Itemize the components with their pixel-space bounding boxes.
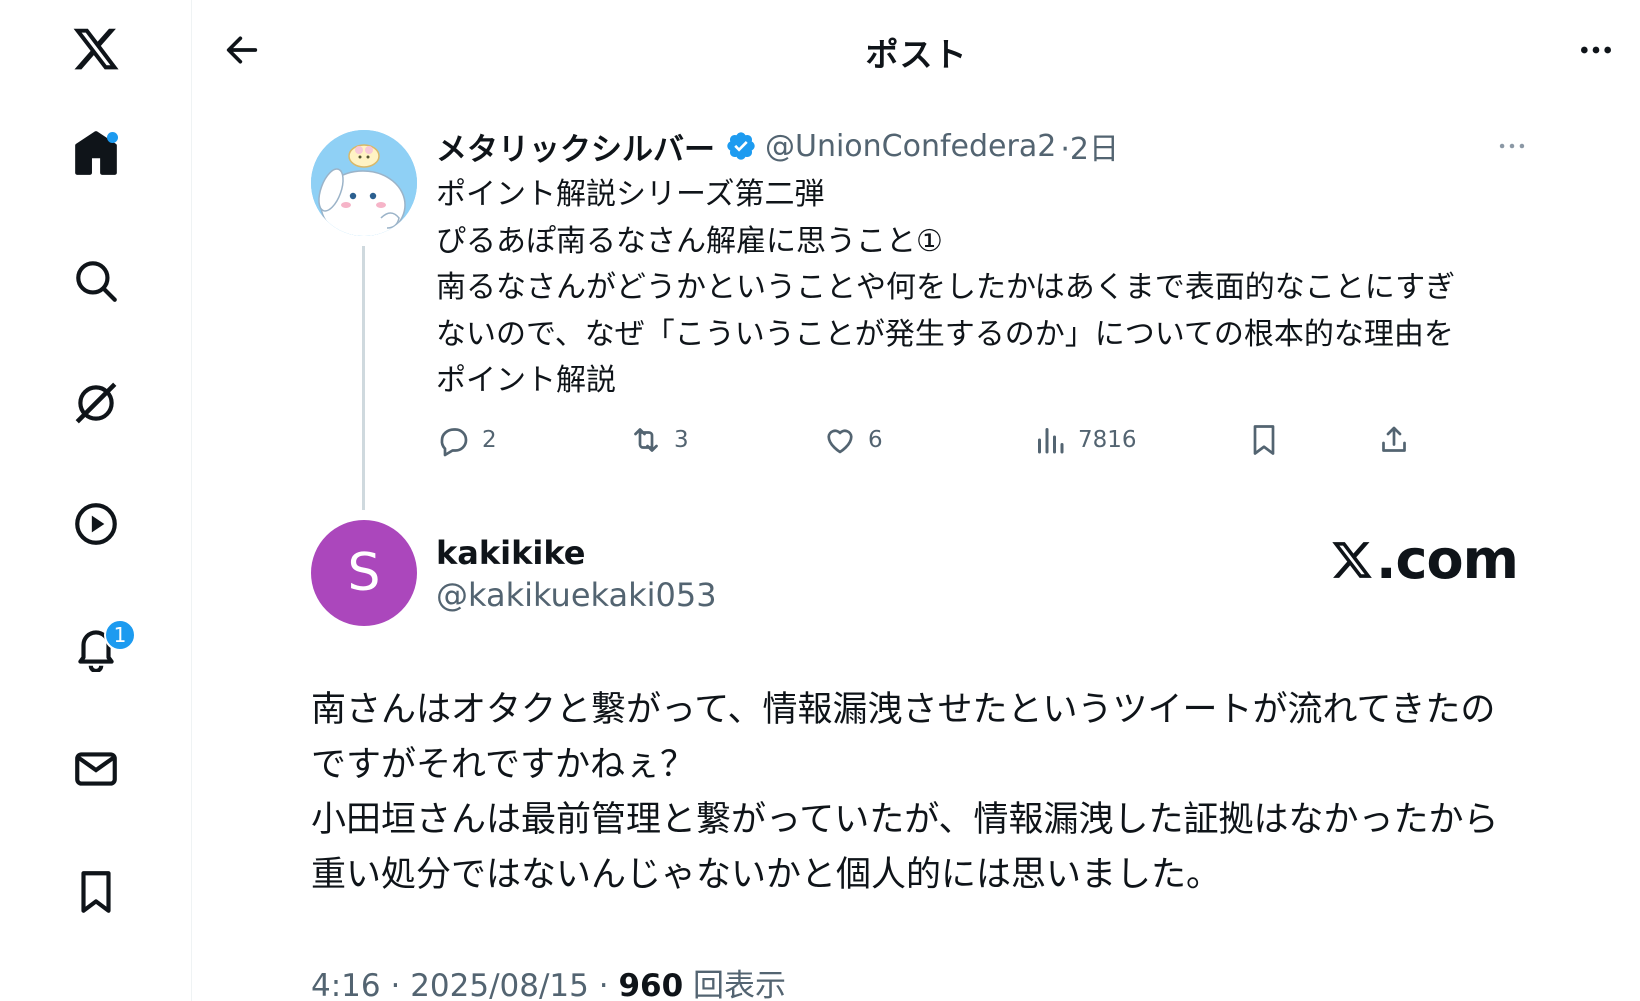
quoted-avatar-image bbox=[311, 130, 417, 236]
x-logo-icon[interactable] bbox=[68, 21, 124, 77]
video-icon[interactable] bbox=[68, 496, 124, 552]
grok-svg bbox=[75, 382, 117, 424]
tweet-view-count: 960 bbox=[618, 968, 684, 1001]
author-handle[interactable]: @kakikuekaki053 bbox=[436, 576, 717, 614]
tweet-view-label: 回表示 bbox=[693, 968, 787, 1001]
search-icon[interactable] bbox=[68, 253, 124, 309]
x-com-watermark: .com bbox=[1330, 528, 1519, 591]
x-watermark-text: .com bbox=[1376, 528, 1519, 591]
quoted-more-icon[interactable] bbox=[1492, 128, 1532, 164]
home-icon[interactable] bbox=[68, 126, 124, 182]
like-button[interactable]: 6 bbox=[822, 418, 883, 462]
page-header: ポスト bbox=[193, 0, 1640, 100]
verified-badge-icon bbox=[727, 132, 755, 160]
meta-separator: · bbox=[598, 968, 619, 1001]
repost-icon bbox=[634, 428, 658, 452]
mail-svg bbox=[75, 752, 117, 786]
reply-icon bbox=[440, 428, 468, 457]
quoted-avatar[interactable] bbox=[311, 130, 417, 236]
reply-button[interactable]: 2 bbox=[436, 418, 497, 462]
quoted-time[interactable]: ·2日 bbox=[1060, 124, 1119, 168]
tweet-date[interactable]: 2025/08/15 bbox=[410, 968, 589, 1001]
quoted-handle[interactable]: @UnionConfedera2 bbox=[765, 129, 1056, 164]
views-button[interactable]: 7816 bbox=[1032, 418, 1137, 462]
more-options-icon[interactable] bbox=[1572, 30, 1620, 70]
notification-badge: 1 bbox=[104, 619, 136, 651]
tweet-text: 南さんはオタクと繋がって、情報漏洩させたというツイートが流れてきたの ですがそれ… bbox=[311, 690, 1499, 895]
heart-icon bbox=[827, 429, 853, 454]
sidebar: 1 bbox=[0, 0, 192, 1001]
repost-button[interactable]: 3 bbox=[628, 418, 689, 462]
share-icon bbox=[1382, 426, 1406, 452]
meta-separator: · bbox=[390, 968, 411, 1001]
quoted-text: ポイント解説シリーズ第二弾 ぴるあぽ南るなさん解雇に思うこと① 南るなさんがどう… bbox=[436, 177, 1456, 398]
tweet-time[interactable]: 4:16 bbox=[311, 968, 381, 1001]
x-watermark-logo-icon bbox=[1332, 541, 1372, 578]
analytics-icon bbox=[1038, 428, 1064, 454]
home-unread-dot bbox=[107, 132, 118, 143]
more-options-svg bbox=[1581, 46, 1611, 54]
author-avatar[interactable]: S bbox=[311, 520, 417, 626]
grok-icon[interactable] bbox=[68, 375, 124, 431]
share-button[interactable] bbox=[1376, 418, 1412, 462]
views-count: 7816 bbox=[1078, 427, 1137, 453]
bookmark-icon[interactable] bbox=[68, 864, 124, 920]
author-display-name[interactable]: kakikike bbox=[436, 534, 586, 572]
quoted-display-name[interactable]: メタリックシルバー bbox=[436, 124, 715, 169]
quoted-more-svg bbox=[1499, 143, 1525, 149]
page-title: ポスト bbox=[865, 35, 968, 74]
mail-icon[interactable] bbox=[68, 741, 124, 797]
reply-count: 2 bbox=[482, 427, 497, 453]
thread-line bbox=[362, 246, 365, 510]
x-logo-svg bbox=[73, 28, 119, 70]
video-svg bbox=[75, 503, 117, 545]
bookmark-button[interactable] bbox=[1246, 418, 1282, 462]
repost-count: 3 bbox=[674, 427, 689, 453]
tweet-meta: 4:16 · 2025/08/15 · 960 回表示 bbox=[311, 960, 786, 1001]
like-count: 6 bbox=[868, 427, 883, 453]
search-svg bbox=[76, 261, 117, 302]
bell-icon[interactable]: 1 bbox=[68, 619, 136, 675]
quoted-author-row: メタリックシルバー @UnionConfedera2 ·2日 bbox=[436, 124, 1119, 168]
bookmark-action-icon bbox=[1253, 425, 1275, 455]
bookmark-svg bbox=[81, 871, 111, 913]
quoted-action-bar: 2 3 6 7816 bbox=[436, 418, 1436, 462]
